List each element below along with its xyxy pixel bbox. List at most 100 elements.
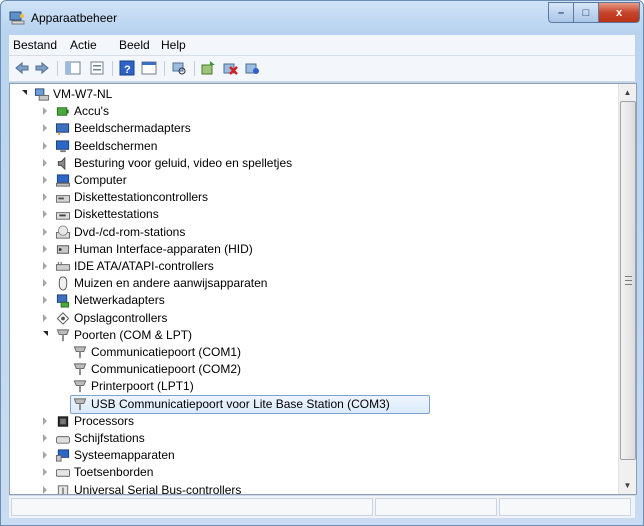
tree-item-label: Opslagcontrollers [74, 310, 168, 325]
port-icon [73, 380, 87, 393]
back-arrow-icon[interactable] [14, 60, 30, 76]
speaker-icon [57, 156, 66, 171]
tree-item-label: Human Interface-apparaten (HID) [74, 241, 253, 256]
scan-hardware-icon[interactable] [171, 60, 187, 76]
minimize-icon: – [557, 6, 565, 19]
app-window: Apparaatbeheer – □ x Bestand Actie Beeld… [0, 0, 644, 526]
vertical-scrollbar[interactable]: ▲ ▼ [618, 84, 636, 494]
collapse-arrow-icon[interactable] [22, 90, 27, 95]
port-icon [73, 346, 87, 359]
device-manager-icon [9, 11, 25, 25]
network-adapter-icon [56, 294, 70, 308]
menu-bestand[interactable]: Bestand [13, 38, 57, 52]
disable-device-icon[interactable] [244, 60, 260, 76]
expand-arrow-icon[interactable] [43, 434, 47, 442]
status-cell-3 [499, 498, 631, 516]
expand-arrow-icon[interactable] [43, 279, 47, 288]
port-icon [56, 329, 70, 341]
uninstall-icon[interactable] [222, 60, 238, 76]
status-cell-main [11, 498, 373, 516]
expand-arrow-icon[interactable] [43, 227, 47, 236]
expand-arrow-icon[interactable] [43, 124, 47, 133]
tree-item-label: Diskettestations [74, 207, 159, 222]
tree-item-label: Communicatiepoort (COM2) [91, 362, 242, 377]
close-icon: x [615, 6, 623, 19]
menu-help[interactable]: Help [161, 38, 186, 52]
show-hide-tree-icon[interactable] [65, 60, 81, 76]
status-bar [9, 495, 635, 518]
scroll-down-icon[interactable]: ▼ [619, 477, 636, 494]
tree-item-label: Poorten (COM & LPT) [74, 327, 193, 342]
monitor-icon [55, 140, 70, 152]
minimize-button[interactable]: – [548, 2, 574, 23]
console-view-icon[interactable] [141, 60, 157, 76]
expand-arrow-icon[interactable] [43, 416, 47, 425]
hid-icon [56, 245, 70, 254]
expand-arrow-icon[interactable] [43, 485, 47, 494]
help-icon[interactable]: ? [119, 60, 135, 76]
toolbar-separator [57, 61, 58, 76]
toolbar: ? [9, 56, 635, 82]
ide-controller-icon [55, 261, 71, 271]
menu-bar: Bestand Actie Beeld Help [9, 35, 635, 56]
maximize-button[interactable]: □ [573, 2, 599, 23]
system-device-icon [55, 449, 70, 462]
status-cell-2 [375, 498, 497, 516]
tree-item-label: IDE ATA/ATAPI-controllers [74, 259, 214, 273]
device-tree-panel: VM-W7-NL Accu's Beeldschermadapters Beeldsc… [9, 83, 637, 495]
expand-arrow-icon[interactable] [43, 451, 47, 460]
processor-icon [57, 416, 69, 427]
svg-text:?: ? [124, 64, 131, 76]
window-title: Apparaatbeheer [31, 11, 118, 25]
tree-item-label: Beeldschermadapters [74, 121, 191, 136]
close-button[interactable]: x [598, 2, 640, 23]
port-icon [73, 398, 87, 410]
expand-arrow-icon[interactable] [43, 210, 47, 219]
expand-arrow-icon[interactable] [43, 176, 47, 184]
scroll-grip-icon [625, 276, 632, 285]
menu-actie[interactable]: Actie [70, 38, 97, 52]
expand-arrow-icon[interactable] [43, 107, 47, 116]
tree-item-label: Processors [74, 413, 135, 428]
tree-item-label: Toetsenborden [74, 465, 154, 480]
expand-arrow-icon[interactable] [43, 296, 47, 305]
menu-beeld[interactable]: Beeld [119, 38, 150, 52]
floppy-drive-icon [55, 212, 71, 221]
battery-icon [56, 107, 69, 116]
expand-arrow-icon[interactable] [43, 468, 47, 477]
expand-arrow-icon[interactable] [43, 141, 47, 150]
scroll-up-icon[interactable]: ▲ [619, 84, 636, 101]
toolbar-separator [112, 61, 113, 76]
storage-controller-icon [56, 311, 70, 325]
tree-item-label: Accu's [74, 104, 109, 119]
computer-icon [55, 174, 71, 187]
expand-arrow-icon[interactable] [43, 244, 47, 253]
title-bar[interactable]: Apparaatbeheer – □ x [1, 1, 643, 35]
collapse-arrow-icon[interactable] [43, 330, 48, 336]
tree-item-label: Schijfstations [74, 431, 145, 445]
tree-item-label: Dvd-/cd-rom-stations [74, 224, 186, 239]
floppy-controller-icon [55, 195, 71, 203]
tree-item-label: Printerpoort (LPT1) [91, 379, 194, 394]
port-icon [73, 363, 87, 376]
tree-item-label: USB Communicatiepoort voor Lite Base Sta… [91, 396, 390, 411]
tree-item-label: Diskettestationcontrollers [74, 190, 209, 205]
tree-item-label: Besturing voor geluid, video en spelletj… [74, 155, 293, 170]
expand-arrow-icon[interactable] [43, 313, 47, 322]
usb-controller-icon [57, 484, 69, 494]
forward-arrow-icon[interactable] [34, 60, 50, 76]
tree-item-label: Computer [74, 173, 127, 187]
expand-arrow-icon[interactable] [43, 262, 47, 270]
properties-icon[interactable] [89, 60, 105, 76]
tree-item-label: Systeemapparaten [74, 448, 175, 463]
maximize-icon: □ [582, 6, 590, 19]
cd-drive-icon [55, 225, 71, 239]
keyboard-icon [55, 469, 71, 478]
tree-item-label: VM-W7-NL [53, 87, 113, 101]
tree-item-label: Muizen en andere aanwijsapparaten [74, 276, 268, 291]
expand-arrow-icon[interactable] [43, 193, 47, 202]
mouse-icon [58, 276, 68, 291]
update-driver-icon[interactable] [200, 60, 216, 76]
scroll-thumb[interactable] [620, 101, 636, 460]
expand-arrow-icon[interactable] [43, 158, 47, 167]
